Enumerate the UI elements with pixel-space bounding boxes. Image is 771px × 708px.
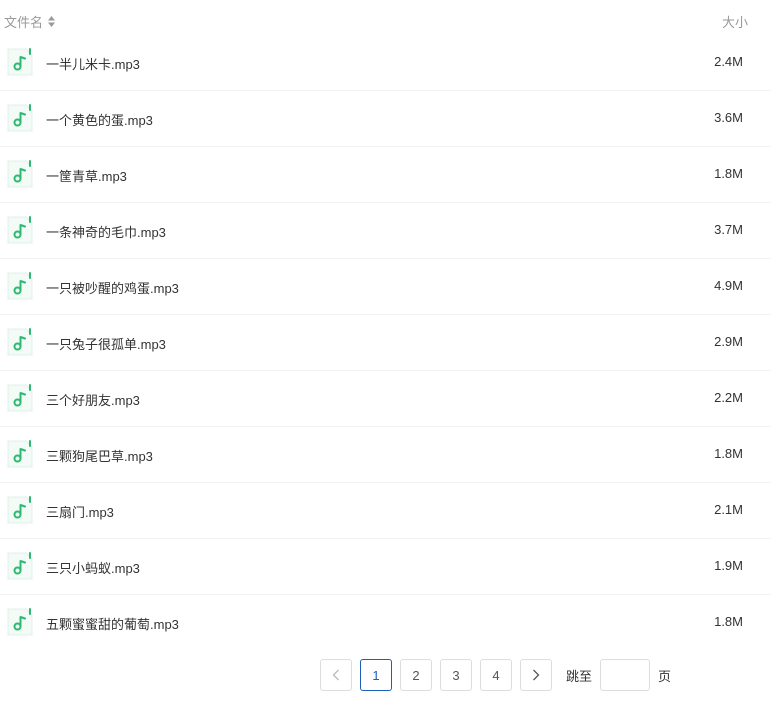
music-file-icon [7,440,33,468]
page-button-2[interactable]: 2 [400,659,432,691]
file-size: 2.1M [714,502,743,517]
page-button-1[interactable]: 1 [360,659,392,691]
file-name[interactable]: 一条神奇的毛巾.mp3 [46,222,166,241]
file-size: 1.8M [714,166,743,181]
file-row[interactable]: 一条神奇的毛巾.mp3 3.7M [0,203,771,259]
column-header-filename[interactable]: 文件名 [4,12,56,31]
music-file-icon [7,160,33,188]
file-name[interactable]: 五颗蜜蜜甜的葡萄.mp3 [46,614,179,633]
page-number-list: 1234 [360,659,520,691]
music-file-icon [7,104,33,132]
next-page-button[interactable] [520,659,552,691]
file-row[interactable]: 三颗狗尾巴草.mp3 1.8M [0,427,771,483]
chevron-left-icon [332,669,339,681]
music-file-icon [7,384,33,412]
file-size: 1.8M [714,614,743,629]
file-name[interactable]: 三扇门.mp3 [46,502,114,521]
music-file-icon [7,48,33,76]
file-name[interactable]: 一只被吵醒的鸡蛋.mp3 [46,278,179,297]
file-size: 3.6M [714,110,743,125]
file-name[interactable]: 三个好朋友.mp3 [46,390,140,409]
filename-header-label: 文件名 [4,15,44,30]
file-name[interactable]: 三颗狗尾巴草.mp3 [46,446,153,465]
file-row[interactable]: 一只被吵醒的鸡蛋.mp3 4.9M [0,259,771,315]
page-button-4[interactable]: 4 [480,659,512,691]
file-size: 2.9M [714,334,743,349]
column-header-size[interactable]: 大小 [722,12,748,31]
music-file-icon [7,272,33,300]
file-size: 3.7M [714,222,743,237]
file-row[interactable]: 一个黄色的蛋.mp3 3.6M [0,91,771,147]
music-file-icon [7,496,33,524]
file-size: 2.4M [714,54,743,69]
file-name[interactable]: 三只小蚂蚁.mp3 [46,558,140,577]
file-row[interactable]: 三扇门.mp3 2.1M [0,483,771,539]
jump-page-input[interactable] [600,659,651,691]
file-size: 1.9M [714,558,743,573]
file-name[interactable]: 一个黄色的蛋.mp3 [46,110,153,129]
file-row[interactable]: 三只小蚂蚁.mp3 1.9M [0,539,771,595]
music-file-icon [7,216,33,244]
page-button-3[interactable]: 3 [440,659,472,691]
music-file-icon [7,608,33,636]
jump-to-label: 跳至 [566,668,593,684]
file-list: 一半儿米卡.mp3 2.4M 一个黄色的蛋.mp3 3.6M 一筐青草.mp3 … [0,35,771,650]
file-size: 4.9M [714,278,743,293]
file-name[interactable]: 一筐青草.mp3 [46,166,127,185]
page-suffix-label: 页 [658,668,672,684]
file-row[interactable]: 一半儿米卡.mp3 2.4M [0,35,771,91]
prev-page-button[interactable] [320,659,352,691]
file-name[interactable]: 一只兔子很孤单.mp3 [46,334,166,353]
chevron-right-icon [533,669,540,681]
pagination: 1234 跳至 页 [320,659,671,691]
file-size: 2.2M [714,390,743,405]
file-row[interactable]: 五颗蜜蜜甜的葡萄.mp3 1.8M [0,595,771,650]
music-file-icon [7,328,33,356]
file-row[interactable]: 一只兔子很孤单.mp3 2.9M [0,315,771,371]
file-size: 1.8M [714,446,743,461]
music-file-icon [7,552,33,580]
file-name[interactable]: 一半儿米卡.mp3 [46,54,140,73]
file-row[interactable]: 三个好朋友.mp3 2.2M [0,371,771,427]
file-row[interactable]: 一筐青草.mp3 1.8M [0,147,771,203]
sort-icon[interactable] [48,16,56,27]
